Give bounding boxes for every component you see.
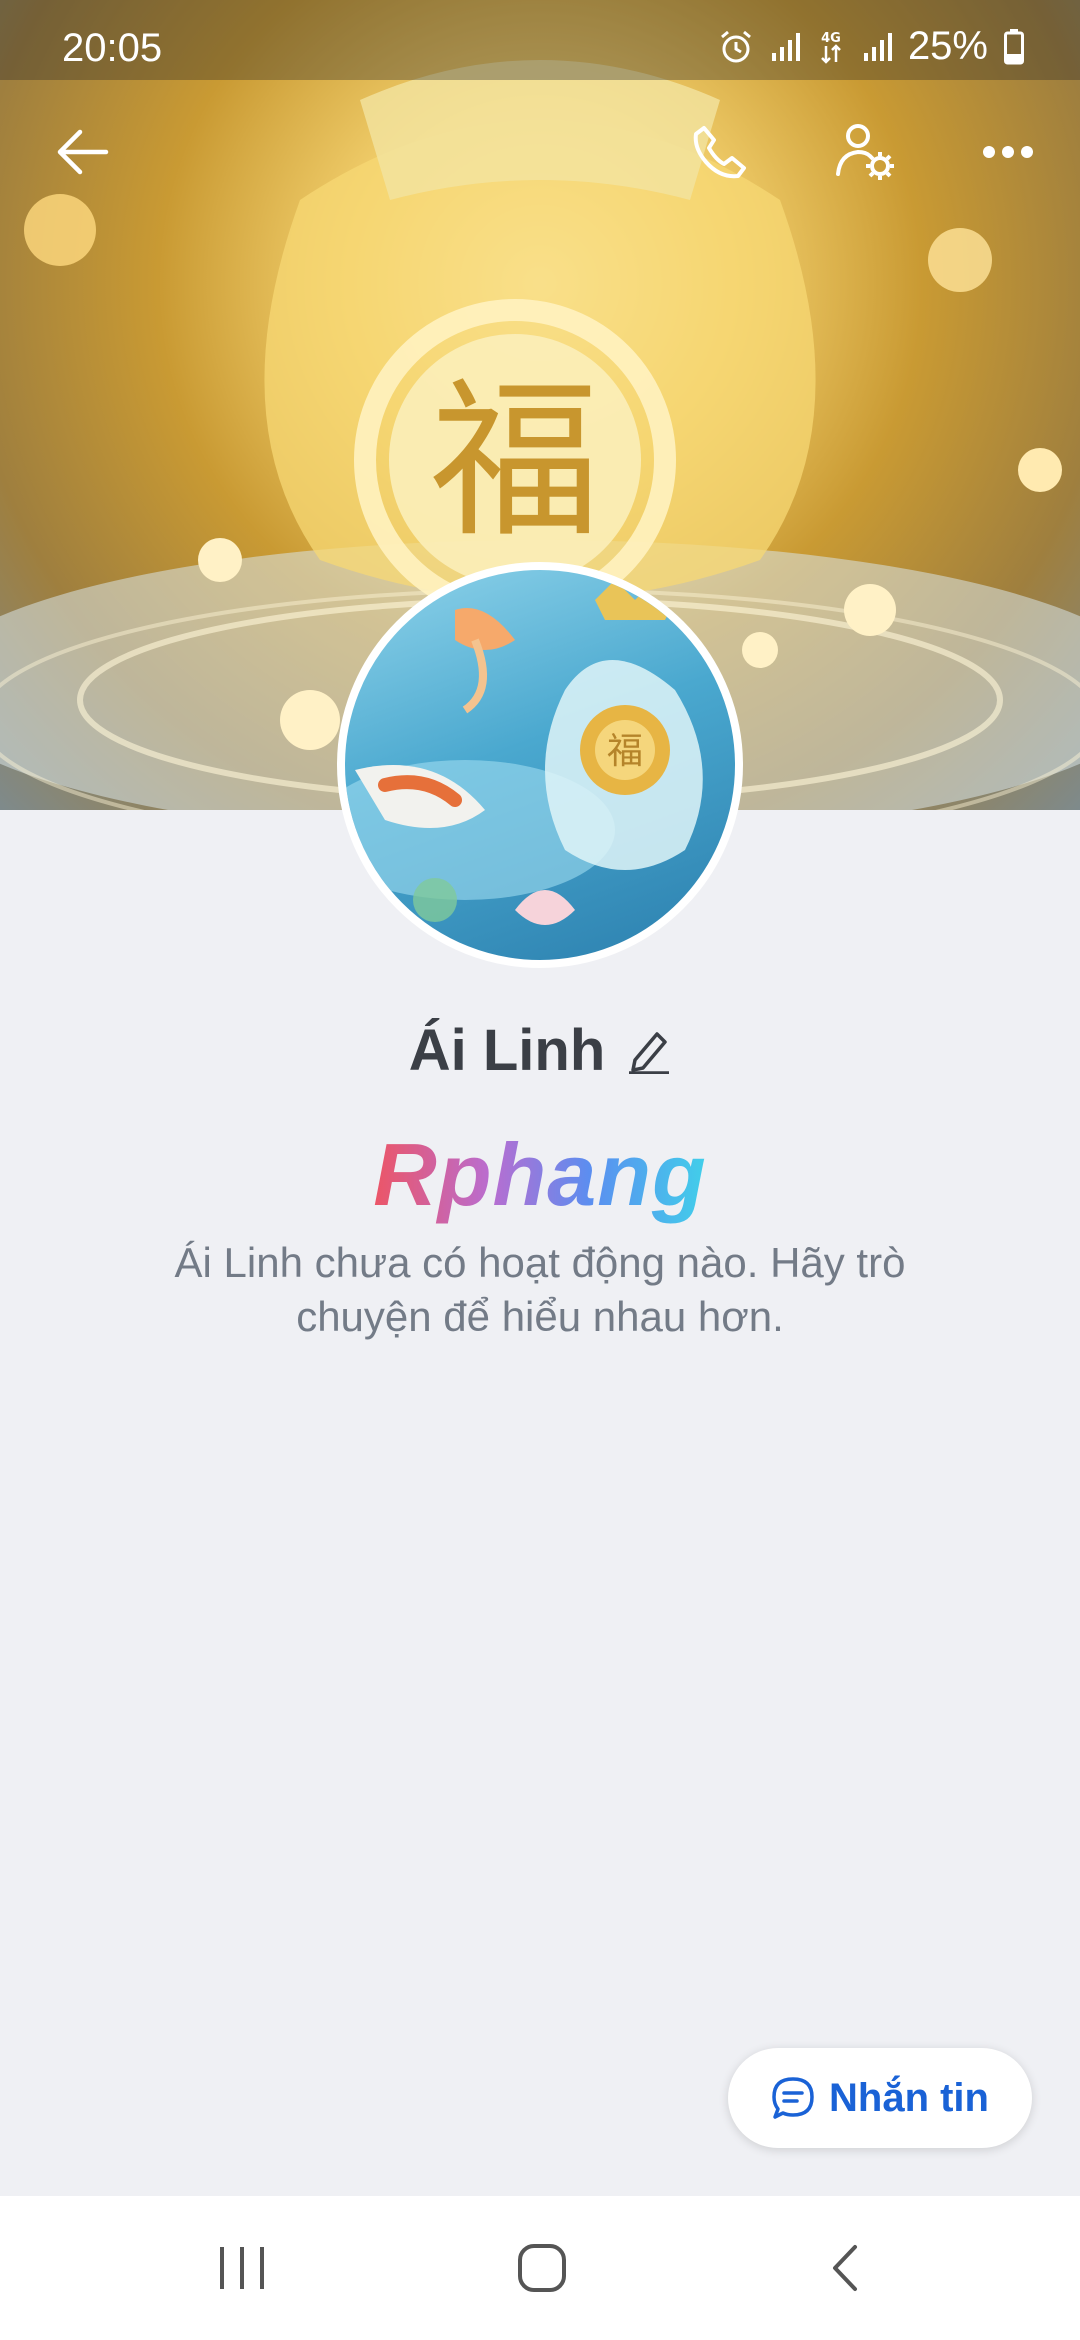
chevron-left-icon	[833, 2245, 857, 2291]
phone-icon	[693, 126, 746, 179]
battery-icon	[1004, 28, 1024, 64]
signal-icon	[863, 32, 892, 61]
status-bar: 20:05 4G 25%	[0, 0, 1080, 80]
empty-activity-message: Ái Linh chưa có hoạt động nào. Hãy trò c…	[174, 1239, 906, 1340]
recent-apps-button[interactable]	[192, 2232, 292, 2304]
avatar-illustration: 福	[345, 580, 703, 925]
svg-text:福: 福	[607, 731, 643, 772]
svg-text:4G: 4G	[821, 31, 841, 46]
pencil-icon[interactable]	[627, 1026, 671, 1074]
alarm-icon	[720, 30, 751, 62]
network-4g-icon: 4G	[821, 31, 841, 64]
home-icon	[518, 2244, 566, 2292]
system-nav-bar	[0, 2196, 1080, 2340]
call-button[interactable]	[680, 112, 760, 192]
profile-name: Ái Linh	[408, 1017, 606, 1083]
recent-apps-icon	[220, 2247, 264, 2289]
avatar[interactable]: 福	[337, 562, 743, 968]
message-button[interactable]: Nhắn tin	[728, 2048, 1032, 2148]
signal-icon	[771, 32, 800, 61]
system-back-button[interactable]	[796, 2232, 896, 2304]
message-button-label: Nhắn tin	[829, 2075, 989, 2120]
status-time: 20:05	[62, 26, 163, 70]
more-button[interactable]	[968, 112, 1048, 192]
svg-text:福: 福	[430, 363, 600, 561]
home-button[interactable]	[492, 2232, 592, 2304]
battery-percentage: 25%	[907, 24, 988, 68]
user-gear-icon	[836, 124, 894, 180]
arrow-left-icon	[57, 129, 109, 175]
more-horizontal-icon	[983, 146, 1033, 158]
profile-settings-button[interactable]	[826, 112, 906, 192]
profile-name-row: Ái Linh	[0, 1010, 1080, 1090]
status-indicators: 4G 25%	[718, 24, 1024, 69]
logo-row: Rphang	[0, 1124, 1080, 1226]
back-button[interactable]	[42, 112, 122, 192]
brand-logo: Rphang	[373, 1125, 707, 1224]
chat-bubble-icon	[772, 2077, 814, 2119]
